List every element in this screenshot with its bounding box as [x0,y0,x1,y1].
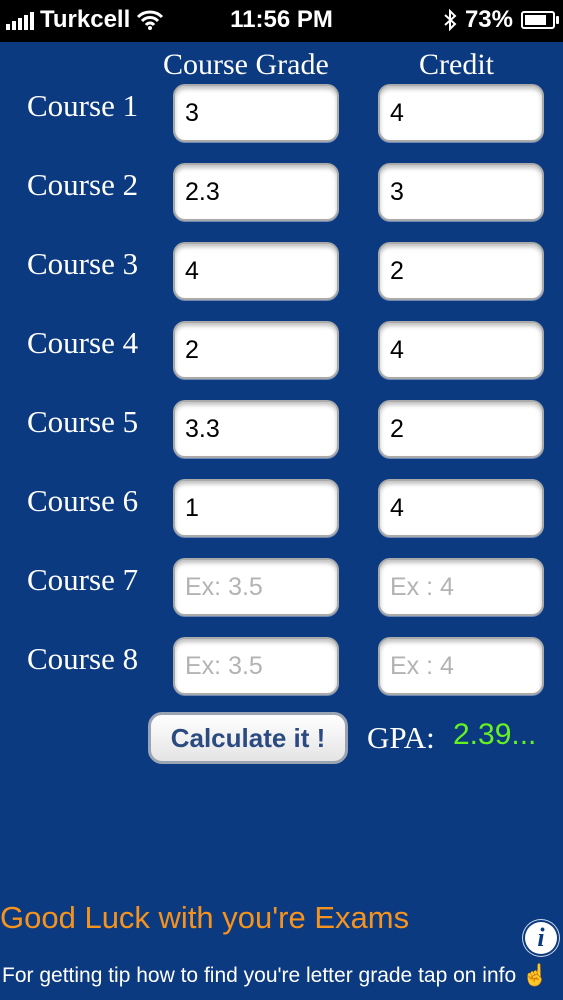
grade-input[interactable] [173,558,339,616]
grade-input[interactable] [173,163,339,221]
battery-icon [521,11,559,29]
status-bar: Turkcell 11:56 PM 73% [0,0,563,42]
gpa-value: 2.39... [453,718,537,751]
course-row: Course 1 [0,84,563,142]
course-label: Course 3 [27,246,139,281]
gpa-calculator-screen: Course Grade Credit Course 1 Course 2 Co… [0,42,563,1000]
bluetooth-icon [444,8,457,32]
course-label: Course 6 [27,483,139,518]
battery-percent: 73% [464,6,513,33]
grade-input[interactable] [173,321,339,379]
status-right: 73% [443,6,559,34]
grade-input[interactable] [173,479,339,537]
course-row: Course 4 [0,321,563,379]
course-label: Course 5 [27,404,139,439]
course-label: Course 4 [27,325,139,360]
info-icon[interactable]: i [525,922,557,954]
credit-input[interactable] [378,163,544,221]
credit-input[interactable] [378,84,544,142]
course-label: Course 2 [27,167,139,202]
credit-header: Credit [419,48,494,81]
course-label: Course 8 [27,641,139,676]
grade-input[interactable] [173,637,339,695]
grade-input[interactable] [173,84,339,142]
course-row: Course 7 [0,558,563,616]
credit-input[interactable] [378,321,544,379]
course-row: Course 8 [0,637,563,695]
credit-input[interactable] [378,558,544,616]
course-row: Course 3 [0,242,563,300]
grade-input[interactable] [173,242,339,300]
grade-input[interactable] [173,400,339,458]
credit-input[interactable] [378,400,544,458]
credit-input[interactable] [378,242,544,300]
course-row: Course 2 [0,163,563,221]
course-label: Course 7 [27,562,139,597]
course-grade-header: Course Grade [163,48,329,81]
credit-input[interactable] [378,479,544,537]
course-row: Course 6 [0,479,563,537]
good-luck-message: Good Luck with you're Exams [0,900,410,935]
credit-input[interactable] [378,637,544,695]
course-row: Course 5 [0,400,563,458]
gpa-label: GPA: [367,720,435,755]
tip-message: For getting tip how to find you're lette… [2,964,549,987]
course-label: Course 1 [27,88,139,123]
calculate-button[interactable]: Calculate it ! [148,712,348,764]
